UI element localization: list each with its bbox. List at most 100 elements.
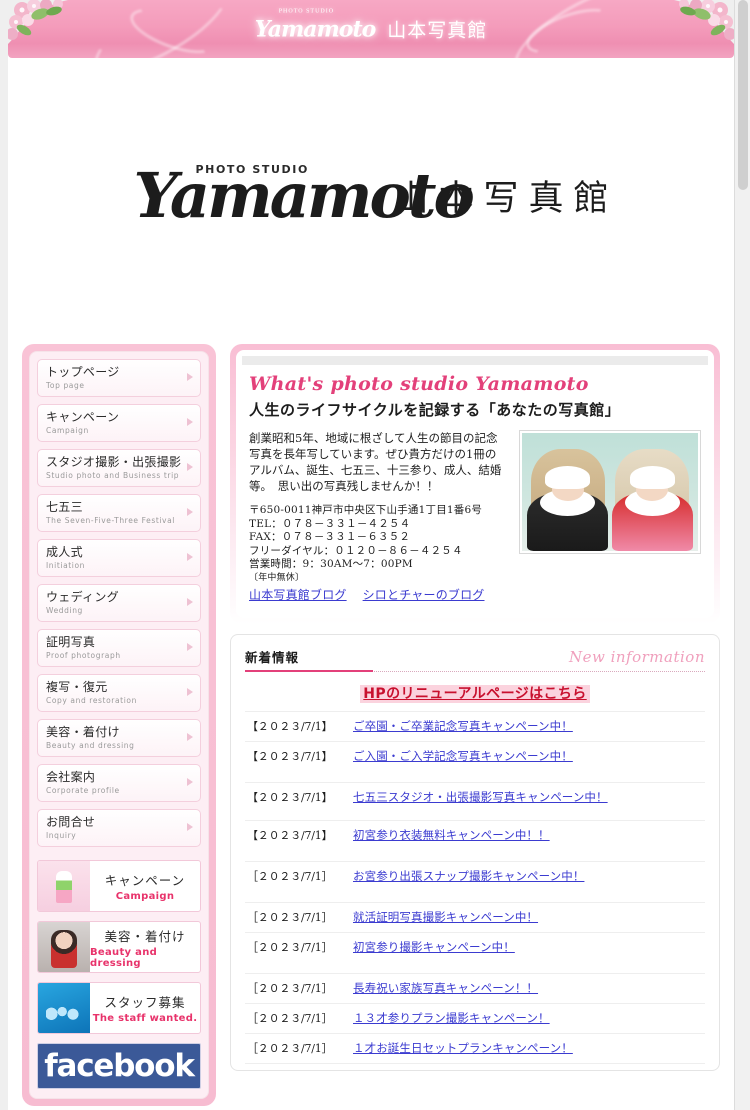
intro-title: What's photo studio Yamamoto: [249, 373, 589, 395]
site-frame: PHOTO STUDIO Yamamoto 山本写真館 Yamamoto PHO…: [8, 0, 734, 1110]
chevron-right-icon: [187, 688, 193, 696]
news-row[interactable]: 【２０２３/7/1】 七五三スタジオ・出張撮影写真キャンペーン中！: [245, 783, 705, 821]
news-highlight-link[interactable]: HPのリニューアルページはこちら: [360, 685, 590, 703]
news-highlight-row: HPのリニューアルページはこちら: [245, 674, 705, 712]
sidebar-item-label-en: Copy and restoration: [46, 696, 137, 705]
news-row[interactable]: 【２０２３/7/1】 初宮参り衣装無料キャンペーン中！！: [245, 821, 705, 862]
chevron-right-icon: [187, 373, 193, 381]
chevron-right-icon: [187, 778, 193, 786]
chevron-right-icon: [187, 553, 193, 561]
news-row[interactable]: ［２０２３/7/1］ １才お誕生日セットプランキャンペーン！: [245, 1034, 705, 1064]
body-area: トップページ Top page キャンペーン Campaign スタジオ撮影・出…: [8, 334, 734, 1106]
sidebar-item-label-en: Initiation: [46, 561, 86, 570]
contact-freedial: フリーダイヤル：０１２０－８６－４２５４: [249, 544, 463, 557]
page-scrollbar[interactable]: [734, 0, 750, 1110]
news-row[interactable]: ［２０２３/7/1］ １３才参りプラン撮影キャンペーン！: [245, 1004, 705, 1034]
sidebar-item-label-en: Beauty and dressing: [46, 741, 135, 750]
sidebar-banner-campaign[interactable]: キャンペーン Campaign: [37, 860, 201, 912]
sidebar-item-label-jp: キャンペーン: [46, 410, 120, 424]
header-logo[interactable]: PHOTO STUDIO Yamamoto 山本写真館: [255, 8, 488, 43]
staff-thumbnail-image: [38, 983, 90, 1033]
sidebar-item-wedding[interactable]: ウェディング Wedding: [37, 584, 201, 622]
sidebar-item-label-en: Wedding: [46, 606, 83, 615]
sidebar-item-label-jp: トップページ: [46, 365, 120, 379]
sidebar-item-top-page[interactable]: トップページ Top page: [37, 359, 201, 397]
sidebar-item-label-jp: スタジオ撮影・出張撮影: [46, 455, 182, 469]
news-row[interactable]: 【２０２３/7/1】 ご卒園・ご卒業記念写真キャンペーン中！: [245, 712, 705, 742]
blog-link-shiro-cha[interactable]: シロとチャーのブログ: [363, 588, 485, 602]
header-jp-name: 山本写真館: [387, 19, 488, 42]
logo-photo-studio-label: PHOTO STUDIO: [195, 162, 309, 176]
sidebar-item-beauty-dressing[interactable]: 美容・着付け Beauty and dressing: [37, 719, 201, 757]
scrollbar-thumb[interactable]: [738, 0, 748, 190]
sidebar-item-label-en: The Seven-Five-Three Festival: [46, 516, 175, 525]
news-panel: 新着情報 New information HPのリニューアルページはこちら 【２…: [230, 634, 720, 1071]
news-date: ［２０２３/7/1］: [247, 941, 333, 954]
news-link[interactable]: 就活証明写真撮影キャンペーン中！: [353, 910, 705, 925]
sidebar-item-shichigosan[interactable]: 七五三 The Seven-Five-Three Festival: [37, 494, 201, 532]
beauty-thumbnail-image: [38, 922, 90, 972]
chevron-right-icon: [187, 733, 193, 741]
contact-fax: FAX：０７８－３３１－６３５２: [249, 531, 411, 543]
news-date: ［２０２３/7/1］: [247, 1012, 333, 1025]
intro-photo: [519, 430, 701, 554]
chevron-right-icon: [187, 418, 193, 426]
news-link[interactable]: 長寿祝い家族写真キャンペーン！！: [353, 981, 705, 996]
sidebar-item-label-en: Campaign: [46, 426, 89, 435]
sidebar-banner-label-en: Campaign: [115, 891, 175, 902]
news-date: ［２０２３/7/1］: [247, 870, 333, 883]
sidebar-banner-staff-wanted[interactable]: スタッフ募集 The staff wanted.: [37, 982, 201, 1034]
baby-left-figure: [527, 447, 609, 551]
sidebar-item-label-en: Corporate profile: [46, 786, 120, 795]
news-link[interactable]: 七五三スタジオ・出張撮影写真キャンペーン中！: [353, 790, 705, 805]
sidebar-item-label-en: Inquiry: [46, 831, 77, 840]
sidebar: トップページ Top page キャンペーン Campaign スタジオ撮影・出…: [22, 344, 216, 1106]
sidebar-item-studio-photo[interactable]: スタジオ撮影・出張撮影 Studio photo and Business tr…: [37, 449, 201, 487]
news-row[interactable]: ［２０２３/7/1］ 就活証明写真撮影キャンペーン中！: [245, 903, 705, 933]
blog-link-yamamoto[interactable]: 山本写真館ブログ: [249, 588, 347, 602]
sidebar-item-label-jp: お問合せ: [46, 815, 96, 829]
news-link[interactable]: １３才参りプラン撮影キャンペーン！: [353, 1011, 705, 1026]
news-date: ［２０２３/7/1］: [247, 1042, 333, 1055]
news-date: 【２０２３/7/1】: [247, 829, 333, 842]
sidebar-item-coming-of-age[interactable]: 成人式 Initiation: [37, 539, 201, 577]
sidebar-item-label-jp: ウェディング: [46, 590, 119, 604]
news-link[interactable]: １才お誕生日セットプランキャンペーン！: [353, 1041, 705, 1056]
news-row[interactable]: 【２０２３/7/1】 ご入園・ご入学記念写真キャンペーン中！: [245, 742, 705, 783]
sidebar-item-label-en: Proof photograph: [46, 651, 121, 660]
news-link[interactable]: 初宮参り衣装無料キャンペーン中！！: [353, 828, 705, 843]
intro-panel-inner: What's photo studio Yamamoto 人生のライフサイクルを…: [236, 350, 714, 618]
chevron-right-icon: [187, 598, 193, 606]
chevron-right-icon: [187, 463, 193, 471]
sidebar-item-label-jp: 成人式: [46, 545, 83, 559]
news-link[interactable]: 初宮参り撮影キャンペーン中！: [353, 940, 705, 955]
blog-links: 山本写真館ブログ シロとチャーのブログ: [249, 586, 507, 604]
campaign-thumbnail-image: [38, 861, 90, 911]
news-row[interactable]: ［２０２３/7/1］ お宮参り出張スナップ撮影キャンペーン中！: [245, 862, 705, 903]
news-header: 新着情報 New information: [245, 647, 705, 672]
sidebar-item-corporate-profile[interactable]: 会社案内 Corporate profile: [37, 764, 201, 802]
news-link[interactable]: ご入園・ご入学記念写真キャンペーン中！: [353, 749, 705, 764]
sidebar-item-copy-restoration[interactable]: 複写・復元 Copy and restoration: [37, 674, 201, 712]
sidebar-item-proof-photograph[interactable]: 証明写真 Proof photograph: [37, 629, 201, 667]
sidebar-item-inquiry[interactable]: お問合せ Inquiry: [37, 809, 201, 847]
sidebar-item-campaign[interactable]: キャンペーン Campaign: [37, 404, 201, 442]
news-date: ［２０２３/7/1］: [247, 911, 333, 924]
sidebar-item-label-en: Studio photo and Business trip: [46, 471, 180, 480]
intro-top-divider: [242, 356, 708, 365]
news-title-jp: 新着情報: [245, 650, 300, 665]
sidebar-banner-beauty[interactable]: 美容・着付け Beauty and dressing: [37, 921, 201, 973]
sidebar-banner-label-en: Beauty and dressing: [90, 946, 158, 969]
news-row[interactable]: ［２０２３/7/1］ 初宮参り撮影キャンペーン中！: [245, 933, 705, 974]
news-link[interactable]: お宮参り出張スナップ撮影キャンペーン中！: [353, 869, 705, 884]
news-row[interactable]: ［２０２３/7/1］ 長寿祝い家族写真キャンペーン！！: [245, 974, 705, 1004]
news-link[interactable]: ご卒園・ご卒業記念写真キャンペーン中！: [353, 719, 705, 734]
facebook-banner[interactable]: facebook: [37, 1043, 201, 1089]
page-root: PHOTO STUDIO Yamamoto 山本写真館 Yamamoto PHO…: [0, 0, 750, 1110]
sidebar-banner-label-jp: キャンペーン: [104, 873, 186, 888]
facebook-label: facebook: [44, 1048, 195, 1084]
sidebar-banner-label-jp: スタッフ募集: [104, 995, 186, 1010]
intro-paragraph: 創業昭和5年、地域に根ざして人生の節目の記念写真を長年写しています。ぜひ貴方だけ…: [249, 431, 502, 493]
baby-right-figure: [611, 447, 693, 551]
news-date: 【２０２３/7/1】: [247, 791, 333, 804]
